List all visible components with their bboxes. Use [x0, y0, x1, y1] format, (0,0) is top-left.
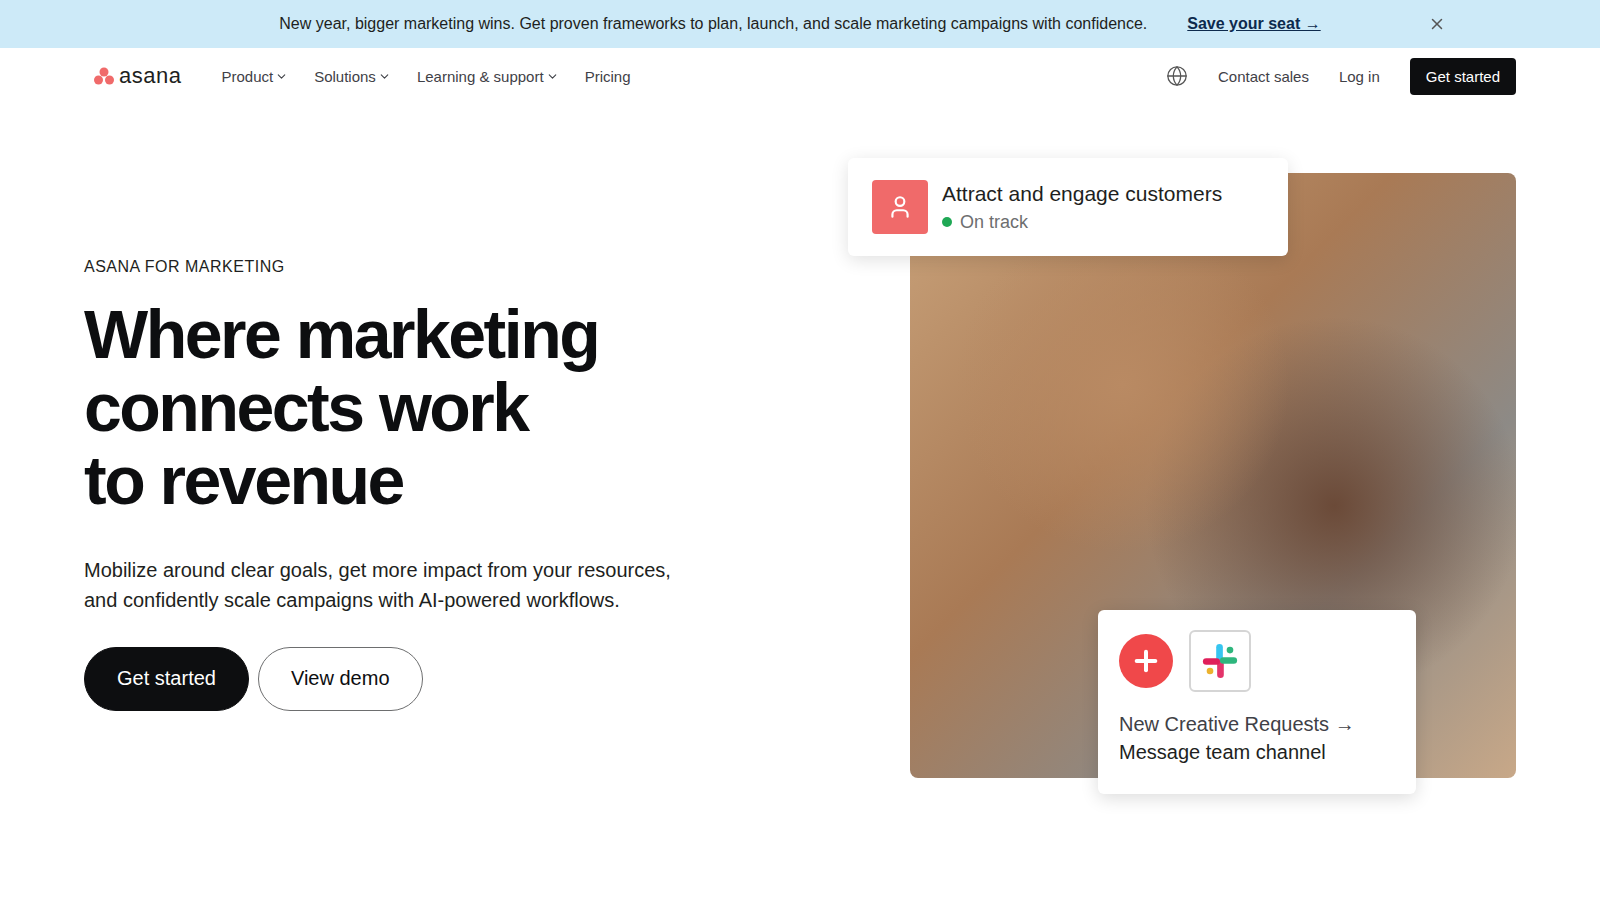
goal-icon-box [872, 180, 928, 234]
globe-icon [1166, 65, 1188, 87]
banner-text: New year, bigger marketing wins. Get pro… [279, 15, 1147, 33]
heading-line: Where marketing [84, 298, 784, 371]
logo-text: asana [119, 63, 181, 89]
hero-heading: Where marketingconnects workto revenue [84, 298, 784, 517]
integration-trigger: New Creative Requests → [1119, 710, 1396, 738]
nav-right: Contact sales Log in Get started [1166, 58, 1516, 95]
hero-text: ASANA FOR MARKETING Where marketingconnec… [84, 258, 784, 711]
hero: ASANA FOR MARKETING Where marketingconnec… [0, 104, 1600, 850]
eyebrow: ASANA FOR MARKETING [84, 258, 784, 276]
plus-icon [1130, 645, 1162, 677]
integration-card: New Creative Requests →Message team chan… [1098, 610, 1416, 794]
get-started-nav-button[interactable]: Get started [1410, 58, 1516, 95]
login-link[interactable]: Log in [1339, 68, 1380, 85]
chevron-down-icon [275, 70, 288, 83]
banner-link[interactable]: Save your seat → [1187, 15, 1320, 33]
hero-visual: Attract and engage customers On track New … [848, 158, 1516, 810]
hero-body: Mobilize around clear goals, get more im… [84, 555, 674, 615]
top-nav: asana Product Solutions Learning & support P… [0, 48, 1600, 104]
heading-line: connects work [84, 371, 784, 444]
goal-status: On track [942, 212, 1222, 233]
chevron-down-icon [378, 70, 391, 83]
chevron-down-icon [546, 70, 559, 83]
slack-icon [1201, 642, 1239, 680]
banner-close-button[interactable] [1424, 11, 1450, 37]
hero-buttons: Get startedView demo [84, 647, 784, 711]
close-icon [1428, 15, 1446, 33]
nav-left: asana Product Solutions Learning & support P… [94, 63, 631, 89]
announcement-banner: New year, bigger marketing wins. Get pro… [0, 0, 1600, 48]
contact-sales-link[interactable]: Contact sales [1218, 68, 1309, 85]
logo[interactable]: asana [94, 63, 181, 89]
goal-title: Attract and engage customers [942, 182, 1222, 206]
nav-item[interactable]: Product [221, 68, 288, 85]
person-icon [887, 194, 913, 220]
status-dot [942, 217, 952, 227]
heading-line: to revenue [84, 444, 784, 517]
nav-item[interactable]: Learning & support [417, 68, 559, 85]
language-button[interactable] [1166, 65, 1188, 87]
plus-circle [1119, 634, 1173, 688]
nav-item[interactable]: Solutions [314, 68, 391, 85]
view-demo-button[interactable]: View demo [258, 647, 423, 711]
integration-icons [1119, 630, 1396, 692]
slack-box [1189, 630, 1251, 692]
nav-item[interactable]: Pricing [585, 68, 631, 85]
get-started-button[interactable]: Get started [84, 647, 249, 711]
integration-action: Message team channel [1119, 738, 1396, 766]
asana-logo-icon [94, 67, 114, 85]
page: New year, bigger marketing wins. Get pro… [0, 0, 1600, 900]
goal-card: Attract and engage customers On track [848, 158, 1288, 256]
